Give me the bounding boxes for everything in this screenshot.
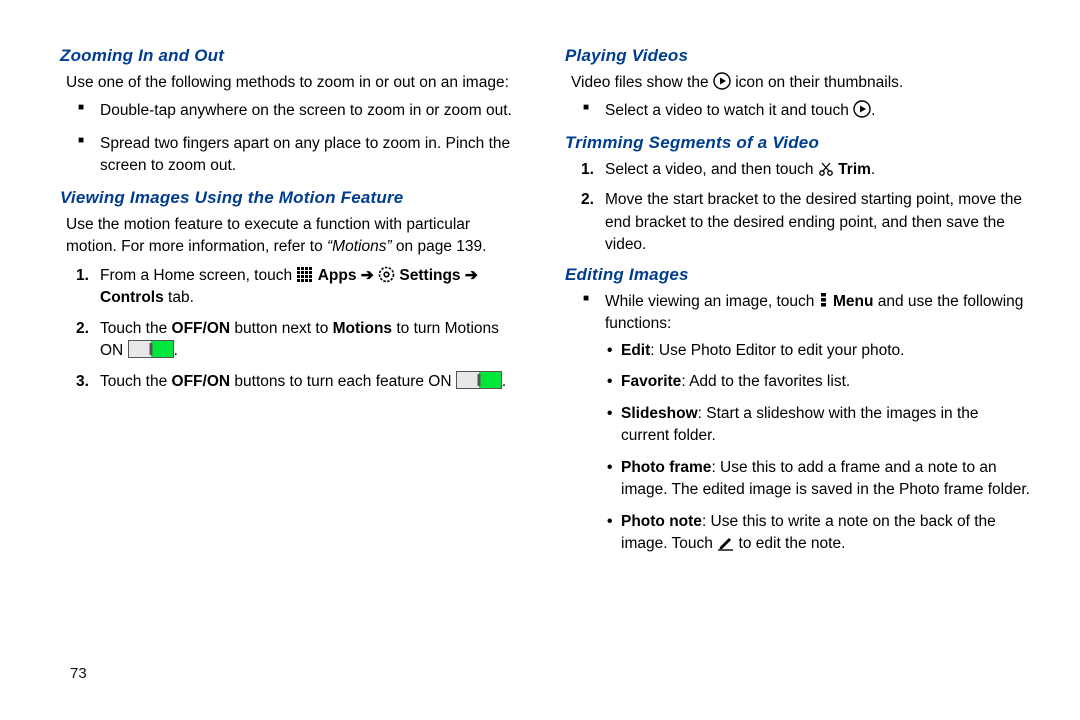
motions-ref: “Motions” [327,238,392,255]
trim-step-1: 1. Select a video, and then touch Trim. [571,159,1030,181]
heading-trimming: Trimming Segments of a Video [565,133,1030,153]
editing-menu-intro: While viewing an image, touch Menu and u… [571,291,1030,556]
play-icon [713,72,731,90]
motion-intro-c: on page 139. [392,238,487,255]
arrow-icon-2: ➔ [461,267,478,284]
step3-a: Touch the [100,373,172,390]
menu-icon [819,292,829,309]
video-intro-b: icon on their thumbnails. [731,74,903,91]
watch-b: . [871,102,875,119]
func-edit: Edit: Use Photo Editor to edit your phot… [605,340,1030,362]
step-number: 1. [76,265,89,287]
video-intro-a: Video files show the [571,74,713,91]
off-on-label: OFF/ON [172,320,231,337]
edit-label: Edit [621,342,650,359]
off-on-label-2: OFF/ON [172,373,231,390]
play-icon-2 [853,100,871,118]
toggle-on-icon-2 [456,371,502,389]
toggle-on-icon [128,340,174,358]
photonote-label: Photo note [621,513,702,530]
zoom-method-2: Spread two fingers apart on any place to… [66,133,525,178]
func-slideshow: Slideshow: Start a slideshow with the im… [605,403,1030,448]
motion-step-1: 1. From a Home screen, touch Apps ➔ Sett… [66,265,525,310]
manual-page: Zooming In and Out Use one of the follow… [0,0,1080,586]
func-photo-frame: Photo frame: Use this to add a frame and… [605,457,1030,502]
edit-intro-a: While viewing an image, touch [605,293,819,310]
step3-d: . [502,373,506,390]
trim-step-2: 2. Move the start bracket to the desired… [571,189,1030,256]
step-number: 3. [76,371,89,393]
zoom-method-1: Double-tap anywhere on the screen to zoo… [66,100,525,122]
trim-label: Trim [838,161,871,178]
trim2-text: Move the start bracket to the desired st… [605,191,1022,253]
step2-c: button next to [230,320,333,337]
motion-step-3: 3. Touch the OFF/ON buttons to turn each… [66,371,525,393]
apps-grid-icon [296,266,313,283]
favorite-label: Favorite [621,373,681,390]
photoframe-label: Photo frame [621,459,711,476]
arrow-icon: ➔ [356,267,378,284]
zoom-intro: Use one of the following methods to zoom… [66,72,525,94]
step3-c: buttons to turn each feature ON [230,373,456,390]
func-favorite: Favorite: Add to the favorites list. [605,371,1030,393]
func-photo-note: Photo note: Use this to write a note on … [605,511,1030,556]
scissors-icon [818,161,834,177]
photonote-desc-b: to edit the note. [734,535,845,552]
trim1-a: Select a video, and then touch [605,161,818,178]
edit-desc: : Use Photo Editor to edit your photo. [650,342,904,359]
step-number: 2. [581,189,594,211]
favorite-desc: : Add to the favorites list. [681,373,850,390]
settings-gear-icon [378,266,395,283]
page-number: 73 [70,665,87,682]
apps-label: Apps [318,267,357,284]
settings-label: Settings [399,267,460,284]
slideshow-label: Slideshow [621,405,698,422]
heading-playing-videos: Playing Videos [565,46,1030,66]
tab-label: tab. [164,289,194,306]
watch-video-step: Select a video to watch it and touch . [571,100,1030,122]
step2-f: . [174,342,178,359]
trim1-b: . [871,161,875,178]
left-column: Zooming In and Out Use one of the follow… [60,40,525,566]
step1-text-a: From a Home screen, touch [100,267,296,284]
heading-motion: Viewing Images Using the Motion Feature [60,188,525,208]
motion-intro: Use the motion feature to execute a func… [66,214,525,259]
menu-label: Menu [833,293,873,310]
pencil-icon [717,534,734,551]
heading-zooming: Zooming In and Out [60,46,525,66]
motions-label: Motions [333,320,392,337]
controls-label: Controls [100,289,164,306]
video-intro: Video files show the icon on their thumb… [571,72,1030,94]
step-number: 2. [76,318,89,340]
step2-a: Touch the [100,320,172,337]
right-column: Playing Videos Video files show the icon… [565,40,1030,566]
motion-step-2: 2. Touch the OFF/ON button next to Motio… [66,318,525,363]
heading-editing-images: Editing Images [565,265,1030,285]
watch-a: Select a video to watch it and touch [605,102,853,119]
step-number: 1. [581,159,594,181]
